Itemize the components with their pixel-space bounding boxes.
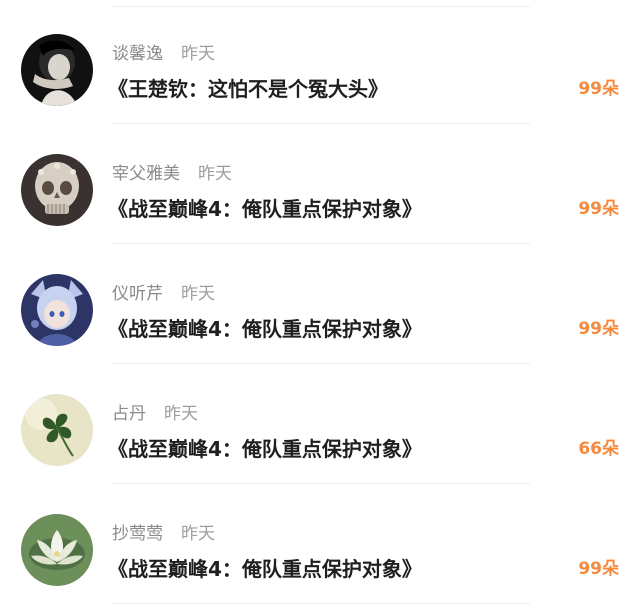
message-meta: 占丹 昨天	[112, 402, 198, 426]
username[interactable]: 抄莺莺	[112, 524, 163, 544]
timestamp: 昨天	[181, 284, 215, 304]
list-item[interactable]: 宰父雅美 昨天 《战至巅峰4：俺队重点保护对象》 99朵	[0, 124, 640, 244]
avatar[interactable]	[21, 34, 93, 106]
lotus-avatar-image	[21, 514, 93, 586]
portrait-avatar-image	[21, 34, 93, 106]
post-title[interactable]: 《战至巅峰4：俺队重点保护对象》	[108, 556, 422, 582]
list-item[interactable]: 仪听芹 昨天 《战至巅峰4：俺队重点保护对象》 99朵	[0, 244, 640, 364]
post-title[interactable]: 《王楚钦：这怕不是个冤大头》	[108, 76, 388, 102]
message-meta: 宰父雅美 昨天	[112, 162, 232, 186]
list-item[interactable]: 抄莺莺 昨天 《战至巅峰4：俺队重点保护对象》 99朵	[0, 484, 640, 604]
gift-count: 66朵	[578, 439, 619, 459]
post-title[interactable]: 《战至巅峰4：俺队重点保护对象》	[108, 196, 422, 222]
skull-avatar-image	[21, 154, 93, 226]
message-meta: 谈馨逸 昨天	[112, 42, 215, 66]
username[interactable]: 谈馨逸	[112, 44, 163, 64]
avatar[interactable]	[21, 274, 93, 346]
username[interactable]: 仪听芹	[112, 284, 163, 304]
message-meta: 仪听芹 昨天	[112, 282, 215, 306]
timestamp: 昨天	[164, 404, 198, 424]
avatar[interactable]	[21, 154, 93, 226]
gift-count: 99朵	[578, 199, 619, 219]
divider	[112, 603, 530, 604]
list-item[interactable]: 占丹 昨天 《战至巅峰4：俺队重点保护对象》 66朵	[0, 364, 640, 484]
timestamp: 昨天	[181, 44, 215, 64]
list-item[interactable]: 谈馨逸 昨天 《王楚钦：这怕不是个冤大头》 99朵	[0, 4, 640, 124]
clover-avatar-image	[21, 394, 93, 466]
gift-count: 99朵	[578, 319, 619, 339]
post-title[interactable]: 《战至巅峰4：俺队重点保护对象》	[108, 436, 422, 462]
timestamp: 昨天	[181, 524, 215, 544]
timestamp: 昨天	[198, 164, 232, 184]
anime-avatar-image	[21, 274, 93, 346]
avatar[interactable]	[21, 394, 93, 466]
message-list: 谈馨逸昨天 《王楚钦：这怕不是个冤大头》 99朵 宰父雅美昨天 《战至巅峰4	[0, 0, 640, 608]
gift-count: 99朵	[578, 559, 619, 579]
username[interactable]: 宰父雅美	[112, 164, 180, 184]
post-title[interactable]: 《战至巅峰4：俺队重点保护对象》	[108, 316, 422, 342]
message-meta: 抄莺莺 昨天	[112, 522, 215, 546]
gift-count: 99朵	[578, 79, 619, 99]
username[interactable]: 占丹	[112, 404, 146, 424]
avatar[interactable]	[21, 514, 93, 586]
